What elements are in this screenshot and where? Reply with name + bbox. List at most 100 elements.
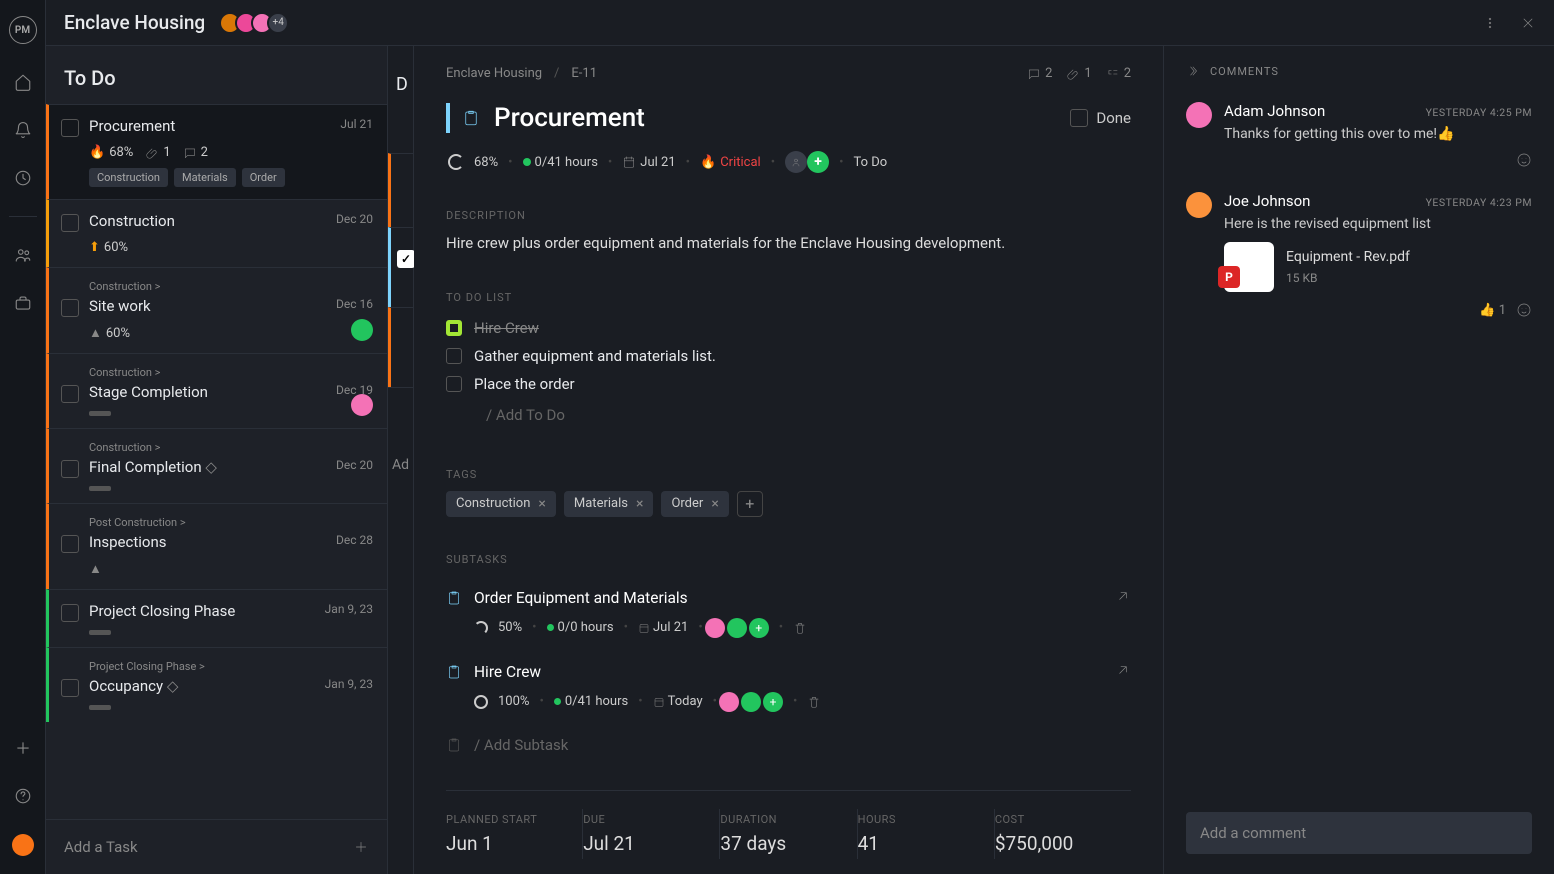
more-icon[interactable] bbox=[1482, 15, 1498, 31]
planned-value: $750,000 bbox=[995, 832, 1113, 855]
done-checkbox-icon[interactable] bbox=[1070, 109, 1088, 127]
help-icon[interactable] bbox=[13, 786, 33, 806]
task-checkbox[interactable] bbox=[61, 299, 79, 317]
app-logo[interactable]: PM bbox=[9, 16, 37, 44]
status-label[interactable]: To Do bbox=[853, 155, 887, 170]
comment-avatar[interactable] bbox=[1186, 102, 1212, 128]
comment-time: YESTERDAY 4:25 PM bbox=[1426, 106, 1532, 119]
task-card[interactable]: ProcurementJul 21🔥 68% 1 2ConstructionMa… bbox=[46, 104, 387, 199]
add-reaction-icon[interactable] bbox=[1516, 152, 1532, 168]
comment-input[interactable]: Add a comment bbox=[1186, 812, 1532, 854]
task-checkbox[interactable] bbox=[61, 214, 79, 232]
tag-chip[interactable]: Order× bbox=[661, 491, 728, 517]
assignee-placeholder-icon[interactable] bbox=[785, 151, 807, 173]
planned-cell: PLANNED STARTJun 1 bbox=[446, 809, 583, 859]
task-card[interactable]: Construction >Stage CompletionDec 19 bbox=[46, 353, 387, 428]
count-comments[interactable]: 2 bbox=[1027, 66, 1052, 81]
user-avatar[interactable] bbox=[12, 834, 34, 856]
assignee-avatar[interactable] bbox=[351, 394, 373, 416]
remove-tag-icon[interactable]: × bbox=[636, 496, 643, 512]
remove-tag-icon[interactable]: × bbox=[711, 496, 718, 512]
todo-checkbox[interactable] bbox=[446, 348, 462, 364]
subtask-item[interactable]: Order Equipment and Materials 50%•0/0 ho… bbox=[446, 576, 1131, 650]
assignee-avatar[interactable] bbox=[727, 618, 747, 638]
open-subtask-icon[interactable] bbox=[1115, 662, 1131, 682]
add-tag-button[interactable]: + bbox=[737, 491, 763, 517]
task-checkbox[interactable] bbox=[61, 535, 79, 553]
task-card[interactable]: ConstructionDec 20⬆ 60% bbox=[46, 199, 387, 267]
open-subtask-icon[interactable] bbox=[1115, 588, 1131, 608]
task-card[interactable]: Construction >Final Completion ◇Dec 20 bbox=[46, 428, 387, 503]
clock-icon[interactable] bbox=[13, 168, 33, 188]
comment-time: YESTERDAY 4:23 PM bbox=[1426, 196, 1532, 209]
add-task-button[interactable]: Add a Task bbox=[46, 819, 387, 874]
todo-checkbox[interactable] bbox=[446, 376, 462, 392]
task-checkbox[interactable] bbox=[61, 385, 79, 403]
remove-tag-icon[interactable]: × bbox=[538, 496, 545, 512]
task-title: Construction bbox=[89, 212, 326, 230]
due-date[interactable]: Jul 21 bbox=[622, 155, 675, 170]
planned-cell: DURATION37 days bbox=[720, 809, 857, 859]
assignee-avatar[interactable] bbox=[705, 618, 725, 638]
subtask-date[interactable]: Jul 21 bbox=[638, 620, 688, 635]
tag-chip[interactable]: Materials× bbox=[564, 491, 654, 517]
project-title[interactable]: Enclave Housing bbox=[64, 11, 205, 34]
avatar-stack[interactable]: +4 bbox=[219, 12, 289, 34]
assignee-avatar[interactable] bbox=[741, 692, 761, 712]
arrow-up-icon: ⬆ bbox=[89, 240, 100, 255]
priority-critical[interactable]: 🔥Critical bbox=[700, 155, 761, 170]
add-subtask-input[interactable]: / Add Subtask bbox=[446, 736, 1131, 754]
progress-ring-icon bbox=[448, 154, 464, 170]
task-card[interactable]: Project Closing PhaseJan 9, 23 bbox=[46, 589, 387, 647]
subtask-item[interactable]: Hire Crew 100%•0/41 hours•Today•+• bbox=[446, 650, 1131, 724]
briefcase-icon[interactable] bbox=[13, 293, 33, 313]
task-checkbox[interactable] bbox=[61, 679, 79, 697]
planned-label: DUE bbox=[583, 813, 701, 826]
team-icon[interactable] bbox=[13, 245, 33, 265]
task-checkbox[interactable] bbox=[61, 119, 79, 137]
assignee-avatar[interactable] bbox=[719, 692, 739, 712]
trash-icon[interactable] bbox=[793, 621, 807, 635]
breadcrumb-id[interactable]: E-11 bbox=[571, 66, 597, 81]
column-title: To Do bbox=[46, 46, 387, 104]
trash-icon[interactable] bbox=[807, 695, 821, 709]
tags-label: TAGS bbox=[446, 468, 1131, 481]
tag-chip[interactable]: Construction× bbox=[446, 491, 556, 517]
todo-item[interactable]: Place the order bbox=[446, 370, 1131, 398]
add-assignee-button[interactable]: + bbox=[763, 692, 783, 712]
assignee-avatar[interactable] bbox=[351, 319, 373, 341]
task-breadcrumb: Construction > bbox=[89, 280, 373, 293]
breadcrumb-project[interactable]: Enclave Housing bbox=[446, 66, 542, 81]
planned-label: DURATION bbox=[720, 813, 838, 826]
task-card[interactable]: Construction >Site workDec 16▲ 60% bbox=[46, 267, 387, 353]
task-card[interactable]: Post Construction >InspectionsDec 28▲ bbox=[46, 503, 387, 589]
task-checkbox[interactable] bbox=[61, 460, 79, 478]
task-card[interactable]: Project Closing Phase >Occupancy ◇Jan 9,… bbox=[46, 647, 387, 722]
comment-avatar[interactable] bbox=[1186, 192, 1212, 218]
todo-item[interactable]: Hire Crew bbox=[446, 314, 1131, 342]
add-icon[interactable] bbox=[13, 738, 33, 758]
task-title: Project Closing Phase bbox=[89, 602, 315, 620]
task-checkbox[interactable] bbox=[61, 604, 79, 622]
todo-checkbox[interactable] bbox=[446, 320, 462, 336]
subtask-title: Order Equipment and Materials bbox=[474, 589, 688, 607]
close-icon[interactable] bbox=[1520, 15, 1536, 31]
description-text[interactable]: Hire crew plus order equipment and mater… bbox=[446, 232, 1131, 255]
todo-item[interactable]: Gather equipment and materials list. bbox=[446, 342, 1131, 370]
add-reaction-icon[interactable] bbox=[1516, 302, 1532, 318]
add-assignee-button[interactable]: + bbox=[807, 151, 829, 173]
done-toggle[interactable]: Done bbox=[1070, 109, 1131, 127]
reaction[interactable]: 👍 1 bbox=[1479, 303, 1506, 318]
planned-label: HOURS bbox=[858, 813, 976, 826]
count-attachments[interactable]: 1 bbox=[1066, 66, 1091, 81]
avatar-more-count[interactable]: +4 bbox=[267, 12, 289, 34]
subtask-date[interactable]: Today bbox=[653, 694, 703, 709]
count-subtasks[interactable]: 2 bbox=[1106, 66, 1131, 81]
home-icon[interactable] bbox=[13, 72, 33, 92]
bell-icon[interactable] bbox=[13, 120, 33, 140]
add-assignee-button[interactable]: + bbox=[749, 618, 769, 638]
planned-cell: COST$750,000 bbox=[995, 809, 1131, 859]
expand-icon[interactable] bbox=[1186, 64, 1200, 78]
add-todo-input[interactable]: / Add To Do bbox=[446, 398, 1131, 432]
attachment[interactable]: PEquipment - Rev.pdf15 KB bbox=[1224, 242, 1532, 292]
